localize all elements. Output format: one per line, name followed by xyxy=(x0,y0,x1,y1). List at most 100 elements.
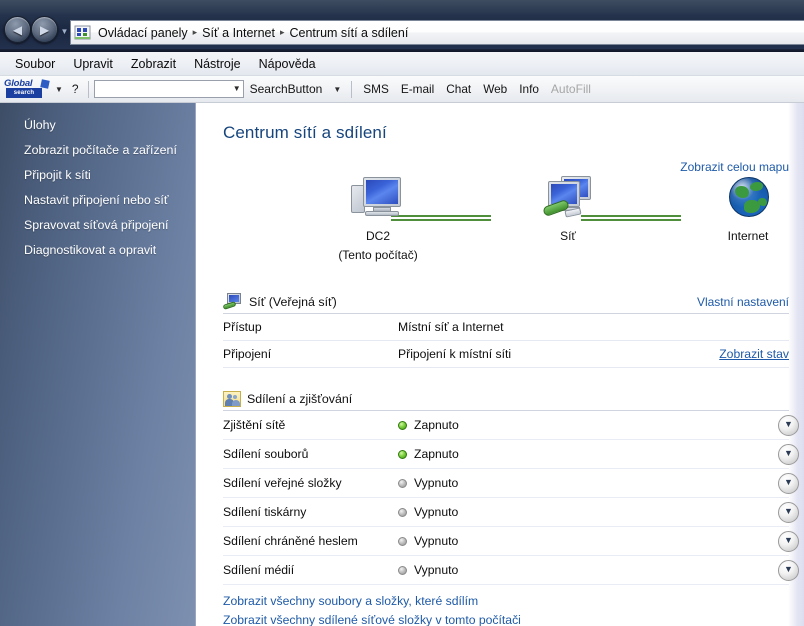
customize-settings-link[interactable]: Vlastní nastavení xyxy=(697,295,789,309)
globe-ball-part xyxy=(729,177,769,217)
menu-upravit[interactable]: Upravit xyxy=(64,54,122,74)
main-content: Centrum sítí a sdílení Zobrazit celou ma… xyxy=(197,103,804,626)
sidebar-item-pripojit-k-siti[interactable]: Připojit k síti xyxy=(0,163,195,188)
global-search-logo-icon[interactable]: Global search xyxy=(4,79,50,99)
toolbar-link-web[interactable]: Web xyxy=(477,82,513,96)
search-combo-chevron-down-icon[interactable]: ▼ xyxy=(233,84,241,93)
sidebar-item-zobrazit-pocitace[interactable]: Zobrazit počítače a zařízení xyxy=(0,138,195,163)
breadcrumb-item-2[interactable]: Centrum sítí a sdílení xyxy=(286,24,413,42)
network-node-internet[interactable]: Internet xyxy=(688,175,804,244)
network-computer-icon xyxy=(222,293,243,311)
toolbar-link-sms[interactable]: SMS xyxy=(357,82,395,96)
address-bar[interactable]: Ovládací panely ▸ Síť a Internet ▸ Centr… xyxy=(70,20,804,45)
sharing-row-printer: Sdílení tiskárny Vypnuto ▼ xyxy=(223,498,799,527)
network-node-network-name: Síť xyxy=(560,229,576,243)
toolbar-divider-2 xyxy=(351,80,353,98)
page-title: Centrum sítí a sdílení xyxy=(223,123,387,142)
network-node-computer[interactable]: DC2 (Tento počítač) xyxy=(318,175,438,263)
chevron-down-icon: ▼ xyxy=(784,477,793,487)
menu-napoveda[interactable]: Nápověda xyxy=(250,54,325,74)
sharing-row-printer-label: Sdílení tiskárny xyxy=(223,505,307,519)
back-arrow-icon: ◀ xyxy=(12,22,23,37)
network-row-connection-key: Připojení xyxy=(223,347,272,361)
sharing-row-password-protected-label: Sdílení chráněné heslem xyxy=(223,534,358,548)
sidebar-item-diagnostikovat[interactable]: Diagnostikovat a opravit xyxy=(0,238,195,263)
toolbar-autofill-button[interactable]: AutoFill xyxy=(545,82,597,96)
sidebar-item-nastavit-pripojeni[interactable]: Nastavit připojení nebo síť xyxy=(0,188,195,213)
menu-soubor[interactable]: Soubor xyxy=(6,54,64,74)
task-sidebar: Úlohy Zobrazit počítače a zařízení Připo… xyxy=(0,103,196,626)
search-button-chevron-down-icon[interactable]: ▼ xyxy=(328,85,346,94)
sharing-row-media-label: Sdílení médií xyxy=(223,563,295,577)
chevron-down-icon: ▼ xyxy=(784,506,793,516)
show-shared-network-folders-link[interactable]: Zobrazit všechny sdílené síťové složky v… xyxy=(223,611,783,626)
computer-monitor-part xyxy=(363,177,401,207)
status-indicator-off xyxy=(398,565,407,575)
sharing-row-file-sharing-status: Zapnuto xyxy=(414,447,459,461)
toolbar-divider-1 xyxy=(87,80,89,98)
logo-bottom-text: search xyxy=(6,88,42,98)
search-input[interactable] xyxy=(96,81,229,97)
computer-icon xyxy=(349,175,407,225)
network-node-internet-name: Internet xyxy=(727,229,769,243)
network-node-computer-name: DC2 xyxy=(365,229,390,243)
view-status-link[interactable]: Zobrazit stav xyxy=(719,347,789,361)
forward-button[interactable]: ▶ xyxy=(31,16,58,43)
forward-arrow-icon: ▶ xyxy=(39,22,50,37)
expand-media-button[interactable]: ▼ xyxy=(778,559,799,581)
control-panel-icon xyxy=(74,25,91,41)
search-button[interactable]: SearchButton xyxy=(244,82,329,96)
title-bar: ◀ ▶ ▼ Ovládací panely ▸ Síť a Internet ▸… xyxy=(0,0,804,52)
network-section-header: Síť (Veřejná síť) Vlastní nastavení xyxy=(222,291,789,314)
sharing-row-public-folder-status: Vypnuto xyxy=(414,476,459,490)
navigation-buttons: ◀ ▶ xyxy=(4,16,62,44)
sharing-row-network-discovery: Zjištění sítě Zapnuto ▼ xyxy=(223,411,799,440)
view-full-map-link[interactable]: Zobrazit celou mapu xyxy=(680,160,789,174)
chevron-down-icon: ▼ xyxy=(784,448,793,458)
people-icon xyxy=(223,391,241,407)
sidebar-item-ulohy: Úlohy xyxy=(24,118,56,132)
breadcrumb-item-1[interactable]: Síť a Internet xyxy=(198,24,279,42)
sharing-section-header: Sdílení a zjišťování xyxy=(223,388,789,411)
chevron-down-icon: ▼ xyxy=(784,419,793,429)
sharing-row-network-discovery-label: Zjištění sítě xyxy=(223,418,286,432)
chevron-down-icon: ▼ xyxy=(784,535,793,545)
globe-icon xyxy=(719,175,777,225)
recent-pages-dropdown[interactable]: ▼ xyxy=(60,27,69,36)
breadcrumb-item-0[interactable]: Ovládací panely xyxy=(94,24,192,42)
toolbar-link-chat[interactable]: Chat xyxy=(440,82,477,96)
expand-file-sharing-button[interactable]: ▼ xyxy=(778,443,799,465)
expand-network-discovery-button[interactable]: ▼ xyxy=(778,414,799,436)
network-icon xyxy=(539,175,597,225)
back-button[interactable]: ◀ xyxy=(4,16,31,43)
sharing-section-title: Sdílení a zjišťování xyxy=(247,392,353,406)
expand-public-folder-button[interactable]: ▼ xyxy=(778,472,799,494)
network-node-computer-sublabel: (Tento počítač) xyxy=(338,248,418,262)
expand-password-protected-button[interactable]: ▼ xyxy=(778,530,799,552)
computer-base-part xyxy=(365,211,399,216)
toolbar-dropdown-icon[interactable]: ▼ xyxy=(50,85,68,94)
status-indicator-off xyxy=(398,536,407,546)
network-section: Síť (Veřejná síť) Vlastní nastavení Přís… xyxy=(222,291,789,368)
explorer-window: ◀ ▶ ▼ Ovládací panely ▸ Síť a Internet ▸… xyxy=(0,0,804,626)
toolbar-link-info[interactable]: Info xyxy=(513,82,545,96)
expand-printer-button[interactable]: ▼ xyxy=(778,501,799,523)
menu-bar: Soubor Upravit Zobrazit Nástroje Nápověd… xyxy=(0,52,804,76)
search-input-combo[interactable]: ▼ xyxy=(93,80,244,98)
sidebar-item-spravovat-pripojeni[interactable]: Spravovat síťová připojení xyxy=(0,213,195,238)
breadcrumb: Ovládací panely ▸ Síť a Internet ▸ Centr… xyxy=(94,24,412,42)
menu-zobrazit[interactable]: Zobrazit xyxy=(122,54,185,74)
sharing-section: Sdílení a zjišťování Zjištění sítě Zapnu… xyxy=(223,388,799,585)
network-map: DC2 (Tento počítač) Síť Internet xyxy=(223,175,789,270)
network-row-connection: Připojení Připojení k místní síti Zobraz… xyxy=(223,341,789,368)
menu-nastroje[interactable]: Nástroje xyxy=(185,54,250,74)
sharing-row-media-status: Vypnuto xyxy=(414,563,459,577)
global-search-toolbar: Global search ▼ ? ▼ SearchButton ▼ SMS E… xyxy=(0,76,804,103)
network-row-access: Přístup Místní síť a Internet xyxy=(223,314,789,341)
toolbar-link-email[interactable]: E-mail xyxy=(395,82,440,96)
network-node-network[interactable]: Síť xyxy=(508,175,628,244)
toolbar-help-button[interactable]: ? xyxy=(68,82,83,96)
sharing-row-password-protected: Sdílení chráněné heslem Vypnuto ▼ xyxy=(223,527,799,556)
sharing-row-file-sharing-label: Sdílení souborů xyxy=(223,447,309,461)
show-shared-files-link[interactable]: Zobrazit všechny soubory a složky, které… xyxy=(223,592,783,611)
